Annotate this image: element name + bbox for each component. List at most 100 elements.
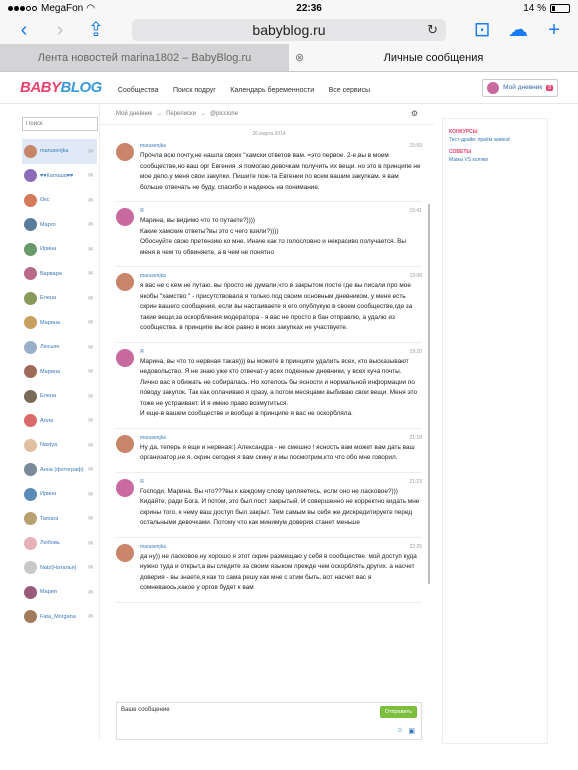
envelope-icon[interactable]: ✉ [88, 466, 93, 473]
avatar[interactable] [116, 348, 134, 367]
envelope-icon[interactable]: ✉ [88, 589, 93, 596]
avatar[interactable] [116, 208, 134, 226]
contests-link[interactable]: Тест-драйв: приём заявок! [449, 137, 543, 143]
my-diary-button[interactable]: Мой дневник 8 [482, 78, 558, 97]
envelope-icon[interactable]: ✉ [88, 515, 93, 522]
contact-item[interactable]: Варвара ✉ [22, 262, 97, 287]
envelope-icon[interactable]: ✉ [88, 393, 93, 400]
nav-pregnancy-calendar[interactable]: Календарь беременности [230, 87, 314, 94]
envelope-icon[interactable]: ✉ [88, 344, 93, 351]
new-tab-icon[interactable]: + [540, 16, 568, 44]
tips-link[interactable]: Мамы VS коляки [449, 157, 543, 163]
bookmarks-icon[interactable]: ⊡ [468, 16, 496, 44]
back-icon[interactable]: ‹ [10, 16, 38, 44]
envelope-icon[interactable]: ✉ [88, 270, 93, 277]
message-author[interactable]: marusenjka [140, 544, 166, 550]
envelope-icon[interactable]: ✉ [88, 540, 93, 547]
envelope-icon[interactable]: ✉ [88, 172, 93, 179]
message-author[interactable]: marusenjka [140, 273, 166, 279]
share-icon[interactable]: ⇪ [82, 16, 110, 44]
message-author[interactable]: Я [140, 479, 144, 485]
contact-item[interactable]: ♥♥Катюша♥♥ ✉ [22, 164, 97, 189]
contact-item[interactable]: Анна (фотограф) ✉ [22, 458, 97, 483]
contact-name: Любовь [40, 540, 60, 547]
cloud-icon[interactable]: ☁ [504, 16, 532, 44]
avatar [24, 487, 37, 501]
envelope-icon[interactable]: ✉ [88, 491, 93, 498]
tab-private-messages[interactable]: ⊗ Личные сообщения [289, 44, 578, 71]
my-diary-label: Мой дневник [503, 84, 543, 91]
message-author[interactable]: Я [140, 208, 144, 214]
contact-item[interactable]: Алла ✉ [22, 409, 97, 434]
message-author[interactable]: marusenjka [140, 435, 166, 441]
avatar[interactable] [116, 478, 134, 497]
contact-item[interactable]: Марина ✉ [22, 360, 97, 385]
close-tab-icon[interactable]: ⊗ [295, 51, 304, 64]
message-compose[interactable]: Ваше сообщение Отправить ☺ ▣ [116, 702, 422, 740]
envelope-icon[interactable]: ✉ [88, 221, 93, 228]
carrier: MegaFon [41, 2, 84, 14]
envelope-icon[interactable]: ✉ [88, 564, 93, 571]
contact-item[interactable]: Люсьен ✉ [22, 335, 97, 360]
message-text: да ну)) не ласковое.ну хорошо я этот скр… [140, 552, 417, 592]
contact-item[interactable]: Fata_Morgana ✉ [22, 605, 97, 630]
conversation: Мой дневник → Переписки → @piccione ⚙ 26… [100, 104, 434, 740]
avatar [24, 218, 37, 232]
forward-icon[interactable]: › [46, 16, 74, 44]
emoji-icon[interactable]: ☺ [396, 727, 403, 735]
address-bar[interactable]: babyblog.ru ↻ [132, 19, 446, 41]
message-item: marusenjka 22:25 да ну)) не ласковое.ну хо… [116, 543, 422, 603]
contact-item[interactable]: Марина ✉ [22, 311, 97, 336]
scrollbar[interactable] [428, 204, 430, 584]
contact-item[interactable]: Елена ✉ [22, 384, 97, 409]
avatar[interactable] [116, 143, 134, 161]
contact-item[interactable]: marusenjka ✉ [22, 139, 97, 164]
contact-item[interactable]: Natz(Наталья) ✉ [22, 556, 97, 581]
envelope-icon[interactable]: ✉ [88, 295, 93, 302]
tab-news-feed[interactable]: Лента новостей marina1802 – BabyBlog.ru [0, 44, 289, 71]
search-input[interactable] [22, 117, 98, 131]
message-thread[interactable]: 26 марта 2014 marusenjka 15:59 Прочла всю … [100, 124, 434, 702]
envelope-icon[interactable]: ✉ [88, 442, 93, 449]
breadcrumb-my-diary[interactable]: Мой дневник [116, 111, 152, 117]
avatar[interactable] [116, 273, 134, 291]
envelope-icon[interactable]: ✉ [88, 319, 93, 326]
contact-item[interactable]: Ирина ✉ [22, 482, 97, 507]
gear-icon[interactable]: ⚙ [411, 109, 418, 118]
message-item: marusenjka 15:59 Прочла всю почту,не нашла… [116, 143, 422, 202]
battery-percent: 14 % [523, 2, 546, 14]
nav-all-services[interactable]: Все сервисы [329, 87, 370, 94]
envelope-icon[interactable]: ✉ [88, 197, 93, 204]
clock: 22:36 [296, 2, 322, 14]
envelope-icon[interactable]: ✉ [88, 246, 93, 253]
envelope-icon[interactable]: ✉ [88, 148, 93, 155]
reload-icon[interactable]: ↻ [427, 22, 438, 38]
contact-item[interactable]: Nastya ✉ [22, 433, 97, 458]
contact-item[interactable]: Окс ✉ [22, 188, 97, 213]
avatar[interactable] [116, 543, 134, 562]
nav-find-friends[interactable]: Поиск подруг [173, 87, 216, 94]
contact-item[interactable]: Марго ✉ [22, 213, 97, 238]
nav-communities[interactable]: Сообщества [118, 87, 159, 94]
contact-item[interactable]: Tamara ✉ [22, 507, 97, 532]
message-author[interactable]: Я [140, 349, 144, 355]
image-icon[interactable]: ▣ [408, 727, 415, 735]
envelope-icon[interactable]: ✉ [88, 417, 93, 424]
avatar[interactable] [116, 434, 134, 453]
contact-item[interactable]: Елена ✉ [22, 286, 97, 311]
message-item: marusenjka 19:08 я вас не с кем не путаю. … [116, 273, 422, 343]
avatar [24, 561, 37, 575]
contact-item[interactable]: Любовь ✉ [22, 531, 97, 556]
envelope-icon[interactable]: ✉ [88, 613, 93, 620]
site-logo[interactable]: BABYBLOG [20, 79, 102, 96]
avatar [24, 267, 37, 281]
message-author[interactable]: marusenjka [140, 143, 166, 149]
envelope-icon[interactable]: ✉ [88, 368, 93, 375]
contact-item[interactable]: Ирина ✉ [22, 237, 97, 262]
compose-placeholder: Ваше сообщение [121, 707, 170, 713]
contact-item[interactable]: Мария ✉ [22, 580, 97, 605]
message-text: Марина, вы что то нервная такая))) вы мо… [140, 357, 418, 418]
breadcrumb-conversations[interactable]: Переписки [166, 111, 196, 117]
send-button[interactable]: Отправить [379, 706, 417, 718]
message-text: Прочла всю почту,не нашла своих "хамски … [140, 152, 421, 191]
